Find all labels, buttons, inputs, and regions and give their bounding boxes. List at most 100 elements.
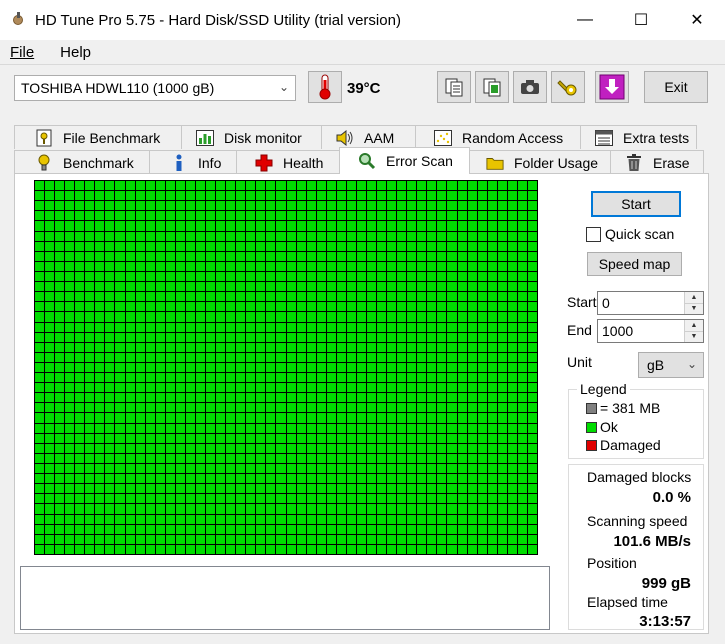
scan-block xyxy=(457,373,467,383)
scan-block xyxy=(306,191,316,201)
tab-folder-usage[interactable]: Folder Usage xyxy=(469,150,611,174)
scan-block xyxy=(65,373,75,383)
copy-screen-button[interactable] xyxy=(475,71,509,103)
scan-block xyxy=(457,494,467,504)
menu-help[interactable]: Help xyxy=(60,44,91,61)
tab-health[interactable]: Health xyxy=(236,150,340,174)
scan-block xyxy=(397,534,407,544)
scan-block xyxy=(55,433,65,443)
scan-block xyxy=(447,393,457,403)
scan-block xyxy=(457,504,467,514)
scan-block xyxy=(427,292,437,302)
scan-block xyxy=(155,312,165,322)
scan-block xyxy=(85,474,95,484)
scan-block xyxy=(286,342,296,352)
tab-file-benchmark[interactable]: File Benchmark xyxy=(14,125,182,149)
scan-block xyxy=(185,362,195,373)
scan-block xyxy=(95,474,105,484)
scan-block xyxy=(276,201,286,211)
scan-block xyxy=(457,352,467,362)
tab-aam[interactable]: AAM xyxy=(321,125,416,149)
scan-block xyxy=(105,181,115,191)
chevron-down-icon: ⌄ xyxy=(278,80,289,94)
scan-block xyxy=(155,211,165,221)
file-benchmark-icon xyxy=(35,129,53,147)
scan-block xyxy=(356,524,366,534)
tab-extra-tests[interactable]: Extra tests xyxy=(580,125,697,149)
maximize-button[interactable]: ☐ xyxy=(613,0,669,40)
scan-block xyxy=(276,211,286,221)
scan-block xyxy=(306,322,316,332)
options-button[interactable] xyxy=(551,71,585,103)
scan-block xyxy=(296,201,306,211)
scan-block xyxy=(75,211,85,221)
scan-block xyxy=(487,271,497,282)
start-button[interactable]: Start xyxy=(591,191,681,217)
scan-block xyxy=(467,302,477,312)
scan-block xyxy=(306,362,316,373)
exit-button[interactable]: Exit xyxy=(644,71,708,103)
scan-block xyxy=(105,423,115,433)
scan-block xyxy=(35,251,45,261)
scan-block xyxy=(266,282,276,292)
save-button[interactable] xyxy=(595,71,629,103)
scan-block xyxy=(175,423,185,433)
scan-block xyxy=(487,443,497,453)
scan-block xyxy=(226,383,236,393)
start-spin-down-icon[interactable]: ▼ xyxy=(685,303,703,314)
thermometer-button[interactable] xyxy=(308,71,342,103)
scan-block xyxy=(397,362,407,373)
scan-block xyxy=(165,251,175,261)
scan-block xyxy=(95,271,105,282)
tab-error-scan[interactable]: Error Scan xyxy=(339,147,470,174)
scan-block xyxy=(145,251,155,261)
tab-info[interactable]: Info xyxy=(149,150,237,174)
scan-block xyxy=(45,534,55,544)
close-button[interactable]: ✕ xyxy=(669,0,725,40)
scan-block xyxy=(477,413,487,423)
start-spinbox[interactable]: 0 ▲ ▼ xyxy=(597,291,704,315)
scan-block xyxy=(457,524,467,534)
speed-map-button[interactable]: Speed map xyxy=(587,252,682,276)
screenshot-button[interactable] xyxy=(513,71,547,103)
scan-log-box[interactable] xyxy=(20,566,550,630)
scan-block xyxy=(356,282,366,292)
minimize-button[interactable]: — xyxy=(557,0,613,40)
scan-block xyxy=(246,221,256,231)
scan-block xyxy=(306,514,316,524)
scan-block xyxy=(407,383,417,393)
tab-erase[interactable]: Erase xyxy=(610,150,704,174)
end-spin-up-icon[interactable]: ▲ xyxy=(685,320,703,332)
scan-block xyxy=(427,544,437,554)
scan-block xyxy=(185,413,195,423)
start-spin-up-icon[interactable]: ▲ xyxy=(685,292,703,304)
scan-block xyxy=(286,433,296,443)
scan-block xyxy=(226,342,236,352)
scan-block xyxy=(427,221,437,231)
scan-block xyxy=(175,433,185,443)
scan-block xyxy=(286,544,296,554)
scan-block xyxy=(226,544,236,554)
scan-block xyxy=(105,514,115,524)
quick-scan-option[interactable]: Quick scan xyxy=(586,226,674,242)
scan-block xyxy=(266,181,276,191)
copy-info-button[interactable] xyxy=(437,71,471,103)
tab-disk-monitor[interactable]: Disk monitor xyxy=(181,125,322,149)
quick-scan-checkbox[interactable] xyxy=(586,226,601,242)
scan-block xyxy=(326,312,336,322)
scan-block xyxy=(447,423,457,433)
menu-file[interactable]: File xyxy=(10,44,34,61)
scan-block xyxy=(487,292,497,302)
tab-random-access[interactable]: Random Access xyxy=(415,125,581,149)
scan-block xyxy=(55,474,65,484)
unit-select[interactable]: gB ⌄ xyxy=(638,352,704,378)
end-spin-down-icon[interactable]: ▼ xyxy=(685,331,703,342)
scan-block xyxy=(195,453,206,464)
scan-block xyxy=(175,211,185,221)
scan-block xyxy=(397,484,407,494)
scan-block xyxy=(216,544,226,554)
scan-block xyxy=(45,251,55,261)
end-spinbox[interactable]: 1000 ▲ ▼ xyxy=(597,319,704,343)
tab-benchmark[interactable]: Benchmark xyxy=(14,150,150,174)
drive-select[interactable]: TOSHIBA HDWL110 (1000 gB) ⌄ xyxy=(14,75,296,101)
